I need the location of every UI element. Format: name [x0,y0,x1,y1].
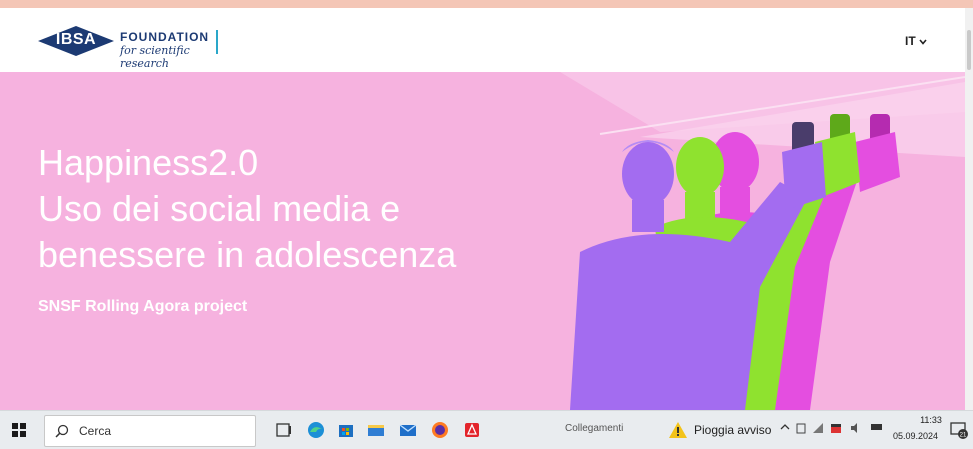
search-placeholder: Cerca [79,424,112,438]
microsoft-store-icon[interactable] [336,420,356,440]
ibsa-foundation-logo[interactable]: IBSA FOUNDATION for scientific research [38,24,228,70]
acrobat-reader-icon[interactable] [462,420,482,440]
edge-browser-icon[interactable] [306,420,326,440]
selfie-statues-illustration [570,114,900,410]
notification-count: 21 [960,433,967,439]
task-view-icon[interactable] [274,420,294,440]
mail-icon[interactable] [398,420,418,440]
hero-title-line-3: benessere in adolescenza [38,234,457,275]
top-accent-line [0,0,973,8]
notification-center-icon[interactable]: 21 [949,420,969,440]
links-toolbar-label[interactable]: Collegamenti [565,423,623,434]
hero-banner: Happiness2.0 Uso dei social media e bene… [0,72,965,410]
taskbar-search[interactable]: Cerca [44,415,256,447]
hero-title: Happiness2.0 Uso dei social media e bene… [38,140,598,278]
weather-warning-icon[interactable] [668,420,688,440]
hero-title-line-2: Uso dei social media e [38,188,401,229]
hero-subtitle: SNSF Rolling Agora project [38,298,248,315]
file-explorer-icon[interactable] [366,420,386,440]
battery-icon[interactable] [870,422,884,432]
logo-badge-text: IBSA [55,31,97,48]
language-label: IT [905,34,916,48]
weather-label[interactable]: Pioggia avviso [694,423,771,437]
windows-taskbar: Cerca Collegamenti Pioggia avviso 11:33 … [0,410,973,449]
logo-divider [216,30,218,54]
hero-title-line-1: Happiness2.0 [38,142,259,183]
logo-tagline: for scientific research [120,44,190,70]
clipboard-icon[interactable] [796,422,806,434]
firefox-icon[interactable] [430,420,450,440]
logo-badge: IBSA [38,26,114,56]
start-button[interactable] [12,423,26,437]
logo-foundation-text: FOUNDATION [120,30,210,44]
clock-date[interactable]: 05.09.2024 [893,431,938,441]
calendar-icon[interactable] [830,422,842,434]
chevron-up-icon[interactable] [780,422,790,432]
network-icon[interactable] [812,422,824,434]
speaker-icon[interactable] [850,422,862,434]
language-selector[interactable]: IT [905,34,927,48]
chevron-down-icon [919,39,927,45]
site-header: IBSA FOUNDATION for scientific research … [0,8,965,72]
search-icon [55,424,69,438]
scrollbar-thumb[interactable] [967,30,971,70]
